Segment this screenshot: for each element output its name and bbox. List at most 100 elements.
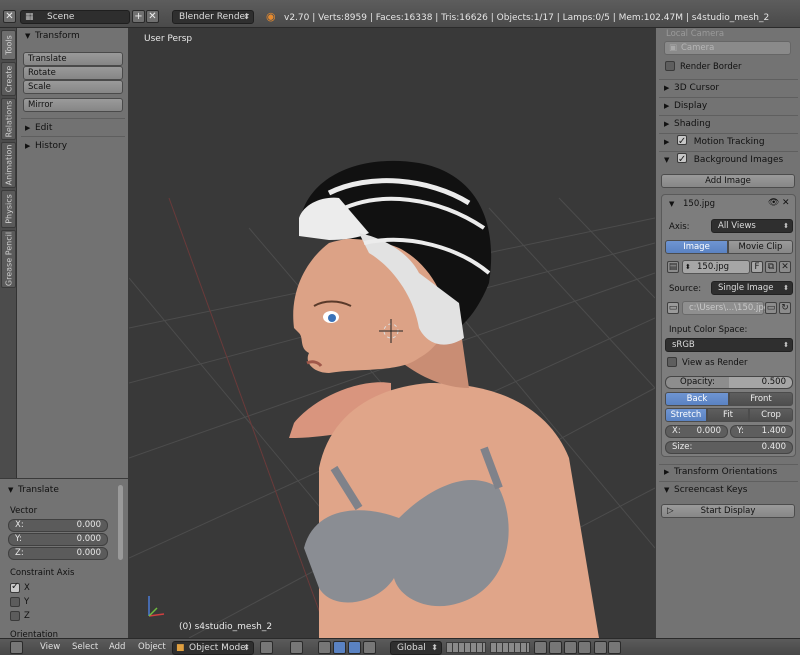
vector-y-field[interactable]: Y: 0.000 (8, 533, 108, 546)
tab-grease-pencil[interactable]: Grease Pencil (1, 230, 16, 288)
mode-dropdown[interactable]: ■ Object Mode ⬍ (172, 641, 254, 655)
editor-type-icon[interactable] (10, 641, 23, 654)
rotate-button[interactable]: Rotate (23, 66, 123, 80)
tool-shelf: ▼ Transform Translate Rotate Scale Mirror… (17, 28, 129, 478)
3d-viewport[interactable]: User Persp (0) s4studio_mesh_2 (129, 28, 655, 638)
crop-toggle[interactable]: Crop (749, 408, 793, 422)
operator-panel-header[interactable]: ▼ Translate (0, 482, 128, 498)
snap-element-icon[interactable] (578, 641, 591, 654)
opacity-slider[interactable]: Opacity: 0.500 (665, 376, 793, 389)
new-image-icon[interactable]: ⧉ (765, 261, 777, 273)
layer-buttons-2[interactable] (490, 642, 530, 653)
back-toggle[interactable]: Back (665, 392, 729, 406)
chevron-updown-icon: ⬍ (783, 222, 789, 230)
pivot-point-icon[interactable] (290, 641, 303, 654)
tool-tabs-column: Tools Create Relations Animation Physics… (0, 28, 17, 478)
screencast-keys-panel-header[interactable]: ▼ Screencast Keys (656, 482, 800, 499)
translate-button[interactable]: Translate (23, 52, 123, 66)
add-image-button[interactable]: Add Image (661, 174, 795, 188)
start-display-button[interactable]: ▷ Start Display (661, 504, 795, 518)
layer-lock-icon[interactable] (534, 641, 547, 654)
manipulator-toggle-icon[interactable] (318, 641, 331, 654)
camera-field[interactable]: ▣ Camera (664, 41, 791, 55)
transform-panel-header[interactable]: ▼ Transform (17, 28, 128, 44)
motion-tracking-panel-header[interactable]: ▶ Motion Tracking (656, 133, 800, 151)
render-border-checkbox[interactable] (665, 61, 675, 71)
image-datablock-field[interactable]: ⬍ 150.jpg (682, 260, 750, 274)
iris-shape (328, 314, 336, 322)
background-image-item: ▼ 150.jpg 👁 ✕ Axis: All Views ⬍ Image Mo… (661, 194, 796, 457)
menu-select[interactable]: Select (72, 642, 98, 652)
constraint-x-label: X (24, 583, 30, 593)
view-as-render-label: View as Render (682, 358, 748, 368)
translate-manipulator-icon[interactable] (333, 641, 346, 654)
color-space-dropdown[interactable]: sRGB ⬍ (665, 338, 793, 352)
folder-icon[interactable]: ▭ (765, 302, 777, 314)
motion-tracking-checkbox[interactable] (676, 133, 687, 150)
rotate-manipulator-icon[interactable] (348, 641, 361, 654)
snap-icon[interactable] (564, 641, 577, 654)
filepath-field[interactable]: c:\Users\...\150.jpg (682, 301, 769, 315)
menu-view[interactable]: View (40, 642, 60, 652)
transform-orientations-panel-header[interactable]: ▶ Transform Orientations (656, 464, 800, 481)
reload-icon[interactable]: ↻ (779, 302, 791, 314)
unlink-image-icon[interactable]: ✕ (779, 261, 791, 273)
fit-toggle[interactable]: Fit (707, 408, 749, 422)
chevron-updown-icon: ⬍ (783, 284, 789, 292)
menu-add[interactable]: Add (109, 642, 125, 652)
edit-panel-header[interactable]: ▶ Edit (17, 120, 128, 136)
transform-orientation-dropdown[interactable]: Global ⬍ (390, 641, 442, 655)
layer-buttons-1[interactable] (446, 642, 486, 653)
axis-label: Axis: (669, 222, 690, 232)
close-icon[interactable]: ✕ (782, 198, 790, 208)
cube-icon: ■ (176, 643, 185, 653)
tab-physics[interactable]: Physics (1, 190, 16, 228)
vector-z-field[interactable]: Z: 0.000 (8, 547, 108, 560)
mirror-button[interactable]: Mirror (23, 98, 123, 112)
constraint-y-checkbox[interactable] (10, 597, 20, 607)
render-icon[interactable] (594, 641, 607, 654)
offset-y-field[interactable]: Y: 1.400 (730, 425, 793, 438)
image-browse-icon[interactable]: ▤ (667, 261, 679, 273)
tab-relations[interactable]: Relations (1, 98, 16, 140)
triangle-down-icon: ▼ (664, 486, 670, 494)
triangle-down-icon[interactable]: ▼ (669, 200, 674, 208)
constraint-z-checkbox[interactable] (10, 611, 20, 621)
display-panel-header[interactable]: ▶ Display (656, 98, 800, 115)
viewport-shading-icon[interactable] (260, 641, 273, 654)
front-toggle[interactable]: Front (729, 392, 793, 406)
axis-dropdown[interactable]: All Views ⬍ (711, 219, 793, 233)
vector-x-field[interactable]: X: 0.000 (8, 519, 108, 532)
background-images-checkbox[interactable] (676, 151, 687, 168)
scale-button[interactable]: Scale (23, 80, 123, 94)
delete-scene-icon[interactable]: ✕ (146, 10, 159, 23)
operator-scrollbar[interactable] (118, 485, 123, 560)
shading-panel-header[interactable]: ▶ Shading (656, 116, 800, 133)
camera-icon: ▣ (669, 43, 678, 53)
offset-x-field[interactable]: X: 0.000 (665, 425, 728, 438)
tab-image[interactable]: Image (665, 240, 728, 254)
fake-user-toggle[interactable]: F (751, 261, 763, 273)
background-images-panel-header[interactable]: ▼ Background Images (656, 151, 800, 169)
close-editor-icon[interactable]: ✕ (3, 10, 16, 23)
eye-icon[interactable]: 👁 (768, 198, 779, 208)
scene-selector[interactable]: ▦ Scene (20, 10, 130, 24)
tab-create[interactable]: Create (1, 62, 16, 96)
source-dropdown[interactable]: Single Image ⬍ (711, 281, 793, 295)
history-panel-header[interactable]: ▶ History (17, 138, 128, 154)
menu-object[interactable]: Object (138, 642, 166, 652)
render-engine-dropdown[interactable]: Blender Render ⬍ (172, 10, 254, 24)
render-anim-icon[interactable] (608, 641, 621, 654)
3d-cursor-panel-header[interactable]: ▶ 3D Cursor (656, 80, 800, 97)
scale-manipulator-icon[interactable] (363, 641, 376, 654)
stretch-toggle[interactable]: Stretch (665, 408, 707, 422)
tab-animation[interactable]: Animation (1, 142, 16, 188)
tab-movie-clip[interactable]: Movie Clip (728, 240, 793, 254)
active-object-label: (0) s4studio_mesh_2 (179, 622, 273, 632)
add-scene-icon[interactable]: + (132, 10, 145, 23)
tab-tools[interactable]: Tools (1, 30, 16, 60)
size-field[interactable]: Size: 0.400 (665, 441, 793, 454)
constraint-x-checkbox[interactable] (10, 581, 20, 593)
proportional-edit-icon[interactable] (549, 641, 562, 654)
view-as-render-checkbox[interactable] (667, 357, 677, 367)
